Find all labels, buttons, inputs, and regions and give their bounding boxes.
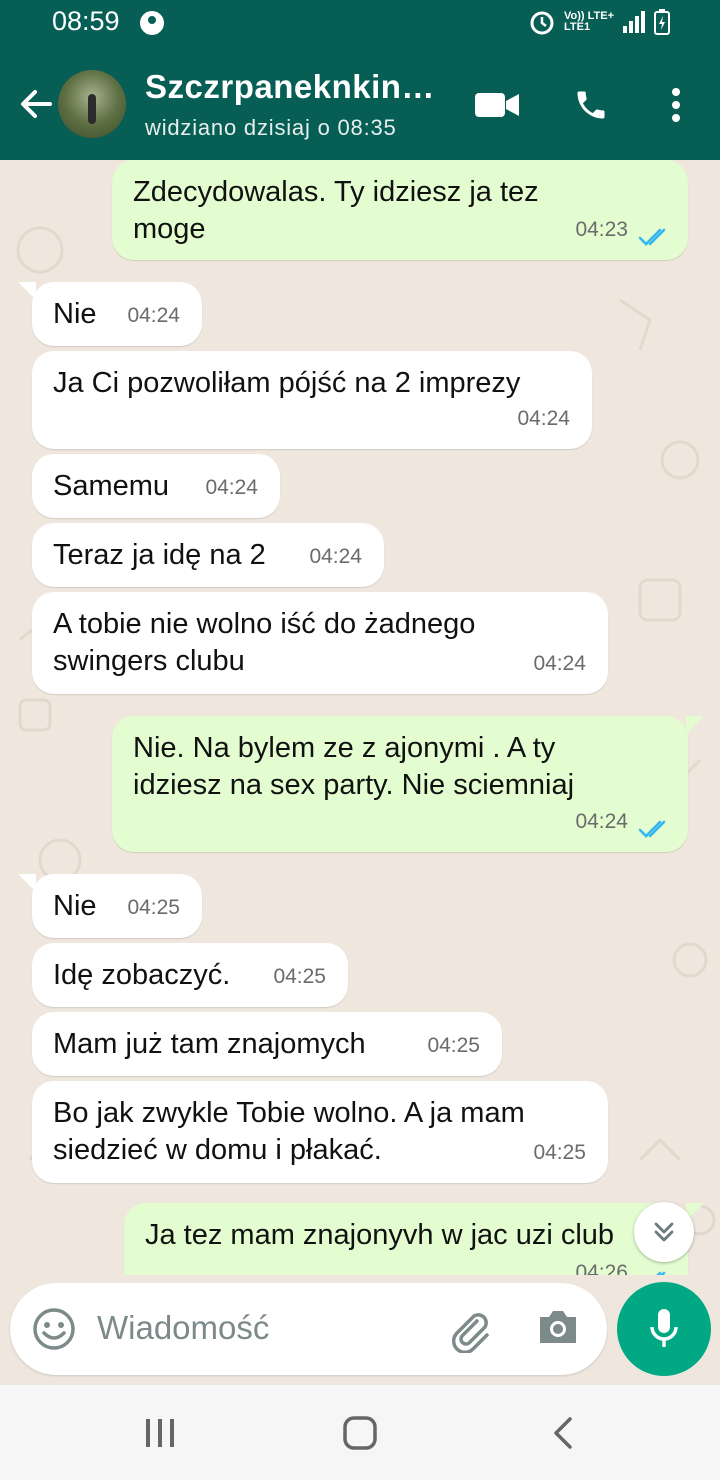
message-time: 04:24	[533, 652, 586, 675]
message-text: Ja Ci pozwoliłam pójść na 2 imprezy	[53, 367, 521, 399]
mic-button[interactable]	[617, 1282, 711, 1376]
message-text: Idę zobaczyć.	[53, 959, 231, 991]
message-time: 04:26	[575, 1261, 628, 1275]
emoji-icon[interactable]	[32, 1307, 76, 1351]
message-time: 04:24	[575, 810, 628, 833]
attach-icon[interactable]	[447, 1307, 493, 1353]
message-input[interactable]: Wiadomość	[97, 1309, 269, 1347]
read-receipt-icon	[656, 1271, 666, 1275]
message-time: 04:23	[575, 218, 628, 241]
message-time: 04:25	[273, 965, 326, 988]
nav-back-icon[interactable]	[548, 1415, 578, 1451]
alarm-icon	[530, 11, 554, 35]
message-in[interactable]: Idę zobaczyć. 04:25	[32, 943, 348, 1007]
video-call-icon	[475, 93, 519, 117]
message-text: Teraz ja idę na 2	[53, 539, 266, 571]
read-receipt-icon	[638, 820, 666, 838]
message-text: Bo jak zwykle Tobie wolno. A ja mam sied…	[53, 1097, 525, 1166]
message-time: 04:25	[533, 1141, 586, 1164]
message-out[interactable]: Ja tez mam znajonyvh w jac uzi club 04:2…	[124, 1203, 688, 1275]
system-nav-bar	[0, 1385, 720, 1480]
message-out[interactable]: Nie. Na bylem ze z ajonymi . A ty idzies…	[112, 716, 688, 852]
more-options-icon	[672, 88, 680, 122]
battery-icon	[654, 9, 670, 35]
recents-icon[interactable]	[143, 1415, 177, 1451]
notification-icon	[140, 11, 164, 35]
message-in[interactable]: Samemu 04:24	[32, 454, 280, 518]
status-bar: 08:59 Vo)) LTE+ LTE1	[0, 0, 720, 50]
bubble-tail	[686, 716, 704, 734]
camera-icon[interactable]	[536, 1307, 580, 1347]
chat-area[interactable]: Zdecydowalas. Ty idziesz ja tez moge 04:…	[0, 160, 720, 1275]
message-in[interactable]: Mam już tam znajomych 04:25	[32, 1012, 502, 1076]
message-in[interactable]: Bo jak zwykle Tobie wolno. A ja mam sied…	[32, 1081, 608, 1183]
home-icon[interactable]	[342, 1415, 378, 1451]
avatar[interactable]	[58, 70, 126, 138]
message-text: Ja tez mam znajonyvh w jac uzi club	[145, 1219, 615, 1251]
message-in[interactable]: Nie 04:24	[32, 282, 202, 346]
back-icon[interactable]	[16, 84, 56, 124]
message-in[interactable]: Teraz ja idę na 2 04:24	[32, 523, 384, 587]
message-time: 04:24	[309, 545, 362, 568]
message-input-bar[interactable]: Wiadomość	[10, 1283, 607, 1375]
message-text: Nie. Na bylem ze z ajonymi . A ty idzies…	[133, 732, 575, 801]
voice-call-button[interactable]	[566, 80, 616, 130]
status-time: 08:59	[52, 6, 120, 36]
status-right: Vo)) LTE+ LTE1	[528, 8, 670, 36]
signal-icon	[623, 11, 645, 33]
message-text: Nie	[53, 298, 97, 330]
message-time: 04:24	[127, 304, 180, 327]
contact-status: widziano dzisiaj o 08:35	[145, 115, 397, 140]
video-call-button[interactable]	[472, 80, 522, 130]
message-out[interactable]: Zdecydowalas. Ty idziesz ja tez moge 04:…	[112, 160, 688, 260]
network-line-2: LTE1	[563, 21, 591, 33]
message-time: 04:25	[427, 1034, 480, 1057]
more-options-button[interactable]	[651, 80, 701, 130]
message-text: Samemu	[53, 470, 170, 502]
message-text: Nie	[53, 890, 97, 922]
contact-name[interactable]: Szczrpaneknkin…	[145, 68, 435, 106]
message-time: 04:25	[127, 896, 180, 919]
scroll-down-button[interactable]	[634, 1202, 694, 1262]
scroll-down-icon	[654, 1222, 674, 1242]
message-time: 04:24	[205, 476, 258, 499]
chat-header: Szczrpaneknkin… widziano dzisiaj o 08:35	[0, 50, 720, 160]
mic-icon	[650, 1309, 678, 1347]
message-text: Mam już tam znajomych	[53, 1028, 366, 1060]
message-in[interactable]: A tobie nie wolno iść do żadnego swinger…	[32, 592, 608, 694]
message-in[interactable]: Nie 04:25	[32, 874, 202, 938]
message-text: Zdecydowalas. Ty idziesz ja tez moge	[133, 176, 539, 245]
network-type: Vo)) LTE+ LTE1	[564, 11, 614, 33]
message-text: A tobie nie wolno iść do żadnego swinger…	[53, 608, 476, 677]
voice-call-icon	[577, 91, 605, 119]
message-in[interactable]: Ja Ci pozwoliłam pójść na 2 imprezy 04:2…	[32, 351, 592, 449]
read-receipt-icon	[638, 228, 666, 246]
message-time: 04:24	[517, 407, 570, 430]
